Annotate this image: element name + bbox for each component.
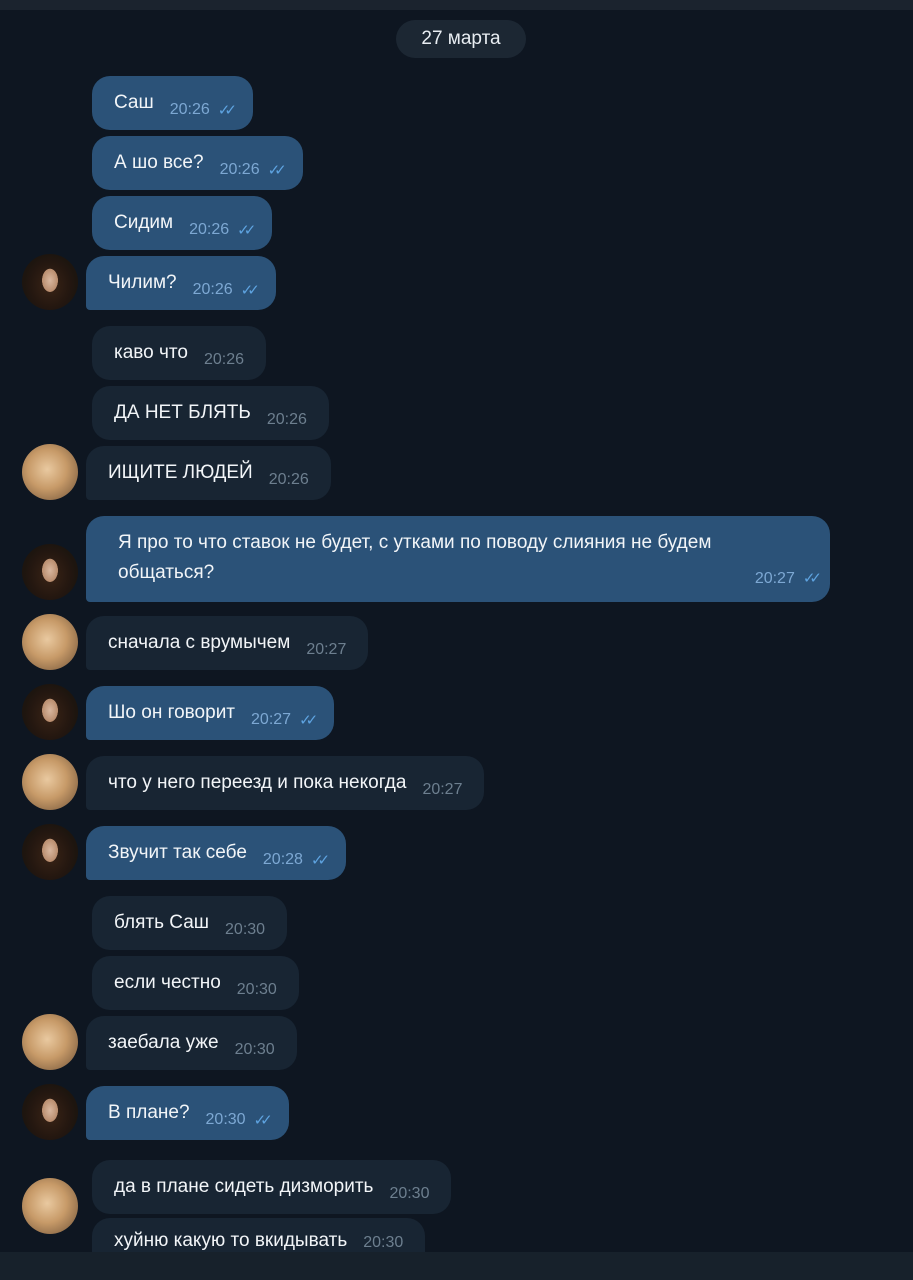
message-bubble-out[interactable]: Чилим? 20:26 ✓✓ [86,256,276,310]
message-bubble-out[interactable]: Звучит так себе 20:28 ✓✓ [86,826,347,880]
date-separator: 27 марта [396,20,526,58]
message-bubble-out[interactable]: В плане? 20:30 ✓✓ [86,1086,289,1140]
message-text: да в плане сидеть дизморить [114,1176,374,1197]
message-time: 20:27 [306,641,347,658]
message-time: 20:26 [268,471,309,488]
message-text: хуйню какую то вкидывать [114,1230,348,1251]
message-text: сначала с врумычем [108,632,291,653]
message-text: Сидим [114,212,174,233]
message-text: заебала уже [108,1032,219,1053]
message-bubble-in[interactable]: хуйню какую то вкидывать 20:30 [92,1218,426,1252]
message-time: 20:27 [754,570,795,587]
message-bubble-out[interactable]: А шо все? 20:26 ✓✓ [92,136,303,190]
message-time: 20:27 [251,711,292,728]
message-text: что у него переезд и пока некогда [108,772,407,793]
message-time: 20:26 [203,351,245,368]
double-check-icon: ✓✓ [299,712,318,729]
message-bubble-in[interactable]: если честно 20:30 [92,956,299,1010]
avatar[interactable] [22,614,78,670]
message-text: Звучит так себе [108,842,247,863]
message-text: ДА НЕТ БЛЯТЬ [114,402,251,423]
double-check-icon: ✓✓ [237,222,256,239]
message-time: 20:30 [205,1111,246,1128]
message-bubble-in[interactable]: ДА НЕТ БЛЯТЬ 20:26 [92,386,329,440]
message-bubble-in[interactable]: каво что 20:26 [92,326,267,380]
double-check-icon: ✓✓ [240,282,260,299]
avatar[interactable] [22,684,78,740]
message-bubble-in[interactable]: заебала уже 20:30 [86,1016,297,1070]
message-meta: 20:27 ✓✓ [754,564,822,594]
message-text: каво что [114,342,188,363]
message-time: 20:27 [422,781,463,798]
double-check-icon: ✓✓ [802,570,822,587]
avatar[interactable] [22,824,78,880]
message-time: 20:30 [363,1234,404,1251]
message-bubble-in[interactable]: ИЩИТЕ ЛЮДЕЙ 20:26 [86,446,331,500]
message-time: 20:30 [236,981,277,998]
message-text: А шо все? [114,152,204,173]
message-time: 20:30 [234,1041,275,1058]
message-bubble-in[interactable]: сначала с врумычем 20:27 [86,616,369,670]
double-check-icon: ✓✓ [267,162,287,179]
message-text: Чилим? [108,272,177,293]
message-text: Я про то что ставок не будет, с утками п… [118,532,712,583]
message-text: Шо он говорит [108,702,236,723]
message-text: если честно [114,972,221,993]
avatar[interactable] [22,254,78,310]
message-time: 20:30 [225,921,266,938]
avatar[interactable] [22,1084,78,1140]
message-bubble-out[interactable]: Сидим 20:26 ✓✓ [92,196,273,250]
message-time: 20:30 [389,1185,430,1202]
avatar[interactable] [22,544,78,600]
message-text: Саш [114,92,154,113]
window-top-edge [0,0,913,10]
double-check-icon: ✓✓ [253,1112,273,1129]
composer-area[interactable] [0,1252,913,1280]
message-text: ИЩИТЕ ЛЮДЕЙ [108,462,253,483]
avatar[interactable] [22,444,78,500]
message-bubble-out[interactable]: Саш 20:26 ✓✓ [92,76,253,130]
avatar[interactable] [22,754,78,810]
message-text: блять Саш [114,912,210,933]
avatar[interactable] [22,1178,78,1234]
message-bubble-in[interactable]: что у него переезд и пока некогда 20:27 [86,756,485,810]
message-time: 20:28 [262,851,303,868]
message-time: 20:26 [169,101,210,118]
double-check-icon: ✓✓ [310,852,330,869]
avatar[interactable] [22,1014,78,1070]
message-time: 20:26 [266,411,307,428]
date-label: 27 марта [421,28,501,49]
message-bubble-in[interactable]: блять Саш 20:30 [92,896,288,950]
message-text: В плане? [108,1102,190,1123]
message-bubble-out[interactable]: Я про то что ставок не будет, с утками п… [86,516,830,602]
message-time: 20:26 [192,281,233,298]
message-time: 20:26 [219,161,260,178]
double-check-icon: ✓✓ [217,102,237,119]
message-bubble-out[interactable]: Шо он говорит 20:27 ✓✓ [86,686,335,740]
message-bubble-in[interactable]: да в плане сидеть дизморить 20:30 [92,1160,452,1214]
message-time: 20:26 [189,221,230,238]
